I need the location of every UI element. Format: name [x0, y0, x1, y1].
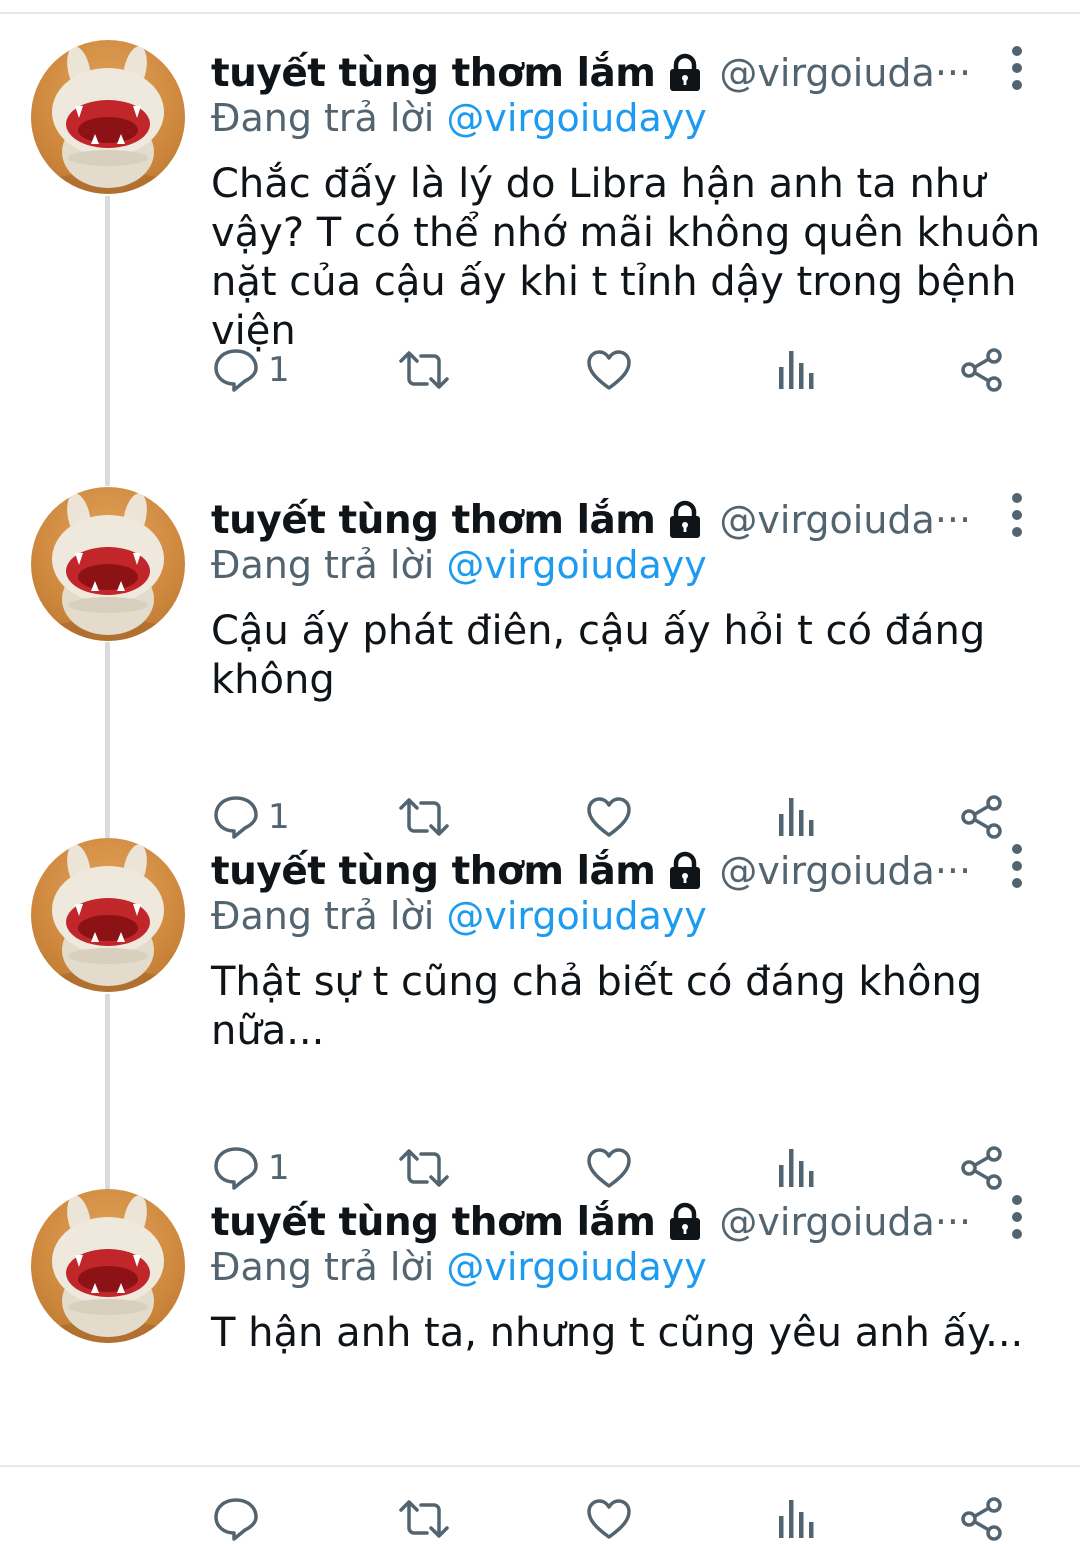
retweet-icon — [399, 1500, 449, 1538]
display-name[interactable]: tuyết tùng thơm lắm — [211, 51, 656, 96]
avatar[interactable] — [31, 40, 185, 194]
more-options-icon[interactable] — [1000, 844, 1034, 888]
tweet[interactable]: tuyết tùng thơm lắm @virgoiuda··· Đang t… — [0, 798, 1080, 1190]
share-icon — [961, 348, 1002, 392]
tweet-text: Cậu ấy phát điên, cậu ấy hỏi t có đáng k… — [211, 608, 986, 703]
more-options-icon[interactable] — [1000, 493, 1034, 537]
reply-prefix: Đang trả lời — [211, 894, 435, 938]
reply-count: 1 — [268, 350, 290, 390]
tweet-text: Chắc đấy là lý do Libra hận anh ta như v… — [211, 161, 1041, 354]
tweet[interactable]: tuyết tùng thơm lắm @virgoiuda··· Đang t… — [0, 1149, 1080, 1541]
avatar-plush-image — [38, 1195, 178, 1343]
user-handle[interactable]: @virgoiuda··· — [719, 498, 981, 542]
replying-to: Đang trả lời @virgoiudayy — [211, 1245, 707, 1289]
reply-icon — [214, 349, 258, 392]
replying-to: Đang trả lời @virgoiudayy — [211, 96, 707, 140]
avatar-plush-image — [38, 844, 178, 992]
heart-icon — [587, 1499, 631, 1539]
views-icon — [779, 351, 814, 389]
tweet-actions — [0, 1494, 1080, 1544]
reply-mention[interactable]: @virgoiudayy — [446, 96, 706, 140]
tweet-header: tuyết tùng thơm lắm @virgoiuda··· — [211, 492, 981, 548]
reply-mention[interactable]: @virgoiudayy — [446, 543, 706, 587]
tweet-header: tuyết tùng thơm lắm @virgoiuda··· — [211, 843, 981, 899]
more-options-icon[interactable] — [1000, 1195, 1034, 1239]
avatar-plush-image — [38, 493, 178, 641]
reply-prefix: Đang trả lời — [211, 543, 435, 587]
display-name[interactable]: tuyết tùng thơm lắm — [211, 849, 656, 894]
user-handle[interactable]: @virgoiuda··· — [719, 849, 981, 893]
user-handle[interactable]: @virgoiuda··· — [719, 1200, 981, 1244]
retweet-button[interactable] — [397, 1494, 451, 1544]
share-button[interactable] — [958, 345, 1006, 395]
reply-mention[interactable]: @virgoiudayy — [446, 894, 706, 938]
tweet-text: Thật sự t cũng chả biết có đáng không nữ… — [211, 959, 983, 1054]
retweet-button[interactable] — [397, 345, 451, 395]
replying-to: Đang trả lời @virgoiudayy — [211, 894, 707, 938]
reply-icon — [214, 1498, 258, 1541]
bottom-divider — [0, 1465, 1080, 1467]
like-button[interactable] — [585, 1494, 633, 1544]
retweet-icon — [399, 351, 449, 389]
views-button[interactable] — [775, 345, 819, 395]
more-options-icon[interactable] — [1000, 46, 1034, 90]
share-icon — [961, 1497, 1002, 1541]
like-button[interactable] — [585, 345, 633, 395]
tweet[interactable]: tuyết tùng thơm lắm @virgoiuda··· Đang t… — [0, 447, 1080, 839]
tweet-text: T hận anh ta, nhưng t cũng yêu anh ấy... — [211, 1310, 1024, 1356]
display-name[interactable]: tuyết tùng thơm lắm — [211, 498, 656, 543]
tweet[interactable]: tuyết tùng thơm lắm @virgoiuda··· Đang t… — [0, 0, 1080, 392]
avatar[interactable] — [31, 1189, 185, 1343]
user-handle[interactable]: @virgoiuda··· — [719, 51, 981, 95]
views-button[interactable] — [775, 1494, 819, 1544]
tweet-actions: 1 — [0, 345, 1080, 395]
reply-prefix: Đang trả lời — [211, 96, 435, 140]
lock-icon — [665, 851, 705, 891]
lock-icon — [665, 1202, 705, 1242]
lock-icon — [665, 500, 705, 540]
tweet-header: tuyết tùng thơm lắm @virgoiuda··· — [211, 1194, 981, 1250]
views-icon — [779, 1500, 814, 1538]
reply-button[interactable] — [212, 1494, 268, 1544]
heart-icon — [587, 350, 631, 390]
reply-mention[interactable]: @virgoiudayy — [446, 1245, 706, 1289]
reply-prefix: Đang trả lời — [211, 1245, 435, 1289]
avatar[interactable] — [31, 487, 185, 641]
reply-button[interactable]: 1 — [212, 345, 290, 395]
share-button[interactable] — [958, 1494, 1006, 1544]
tweet-header: tuyết tùng thơm lắm @virgoiuda··· — [211, 45, 981, 101]
replying-to: Đang trả lời @virgoiudayy — [211, 543, 707, 587]
lock-icon — [665, 53, 705, 93]
display-name[interactable]: tuyết tùng thơm lắm — [211, 1200, 656, 1245]
avatar-plush-image — [38, 46, 178, 194]
avatar[interactable] — [31, 838, 185, 992]
